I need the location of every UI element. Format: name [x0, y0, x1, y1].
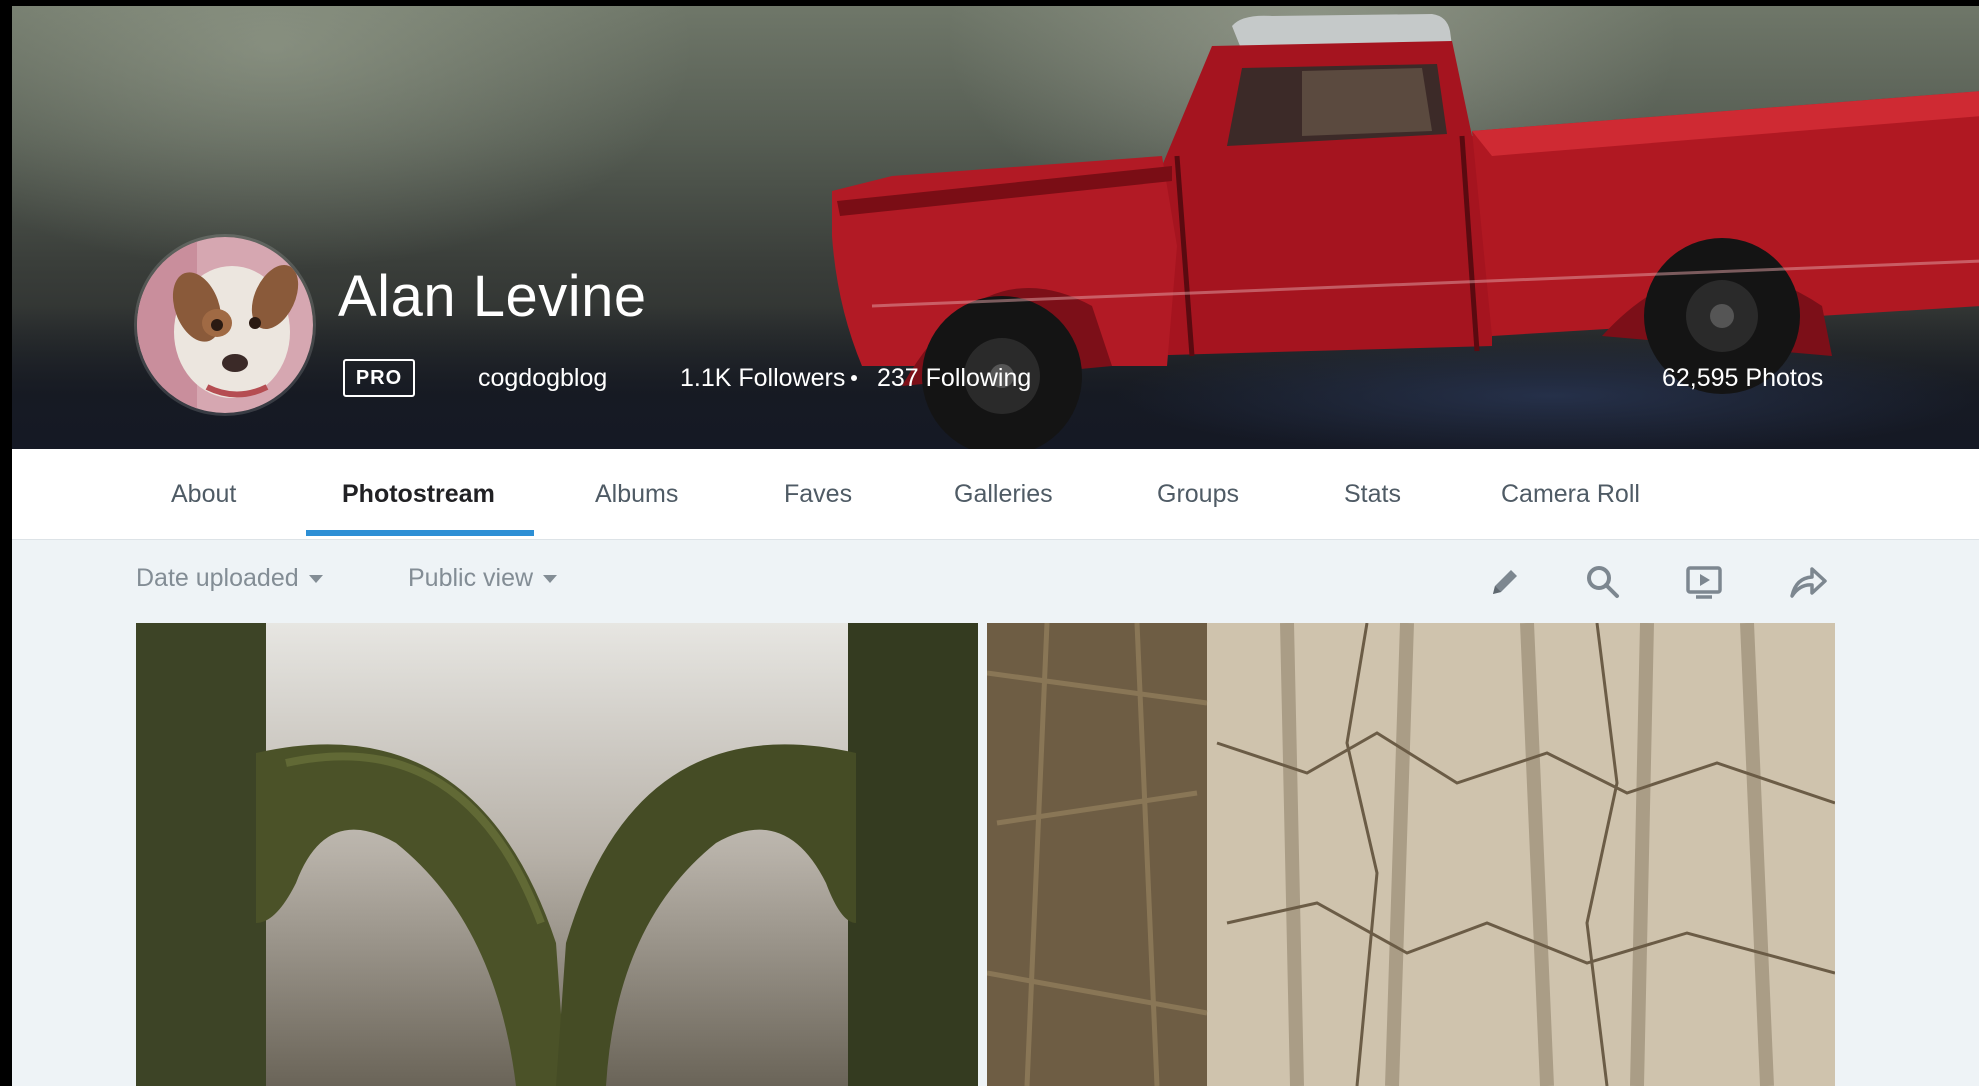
- edit-pencil-icon[interactable]: [1485, 562, 1525, 602]
- followers-link[interactable]: 1.1K Followers: [680, 363, 845, 393]
- slideshow-icon[interactable]: [1684, 562, 1724, 602]
- tab-camera-roll[interactable]: Camera Roll: [1501, 449, 1640, 539]
- sort-dropdown-label: Date uploaded: [136, 564, 299, 592]
- tab-photostream[interactable]: Photostream: [342, 449, 495, 539]
- profile-nav: About Photostream Albums Faves Galleries…: [12, 449, 1979, 540]
- meta-separator-dot: [851, 375, 857, 381]
- tab-galleries[interactable]: Galleries: [954, 449, 1053, 539]
- search-icon[interactable]: [1583, 562, 1623, 602]
- tab-about[interactable]: About: [171, 449, 236, 539]
- cover-photo: Alan Levine PRO cogdogblog 1.1K Follower…: [12, 6, 1979, 449]
- following-link[interactable]: 237 Following: [877, 363, 1031, 393]
- photo-tile[interactable]: [136, 623, 978, 1086]
- pro-badge: PRO: [343, 359, 415, 397]
- photo-count: 62,595 Photos: [1662, 364, 1824, 392]
- view-dropdown-label: Public view: [408, 564, 534, 592]
- chevron-down-icon: [543, 575, 558, 584]
- flickr-profile-page: Alan Levine PRO cogdogblog 1.1K Follower…: [12, 6, 1979, 1086]
- chevron-down-icon: [308, 575, 323, 584]
- avatar[interactable]: [137, 237, 313, 413]
- share-icon[interactable]: [1788, 562, 1828, 602]
- tab-faves[interactable]: Faves: [784, 449, 852, 539]
- view-dropdown[interactable]: Public view: [408, 564, 558, 593]
- username-link[interactable]: cogdogblog: [478, 363, 607, 393]
- photo-tile[interactable]: [987, 623, 1835, 1086]
- mugs-photo: [136, 623, 978, 1086]
- dog-avatar-image: [137, 237, 313, 413]
- tab-stats[interactable]: Stats: [1344, 449, 1401, 539]
- active-tab-indicator: [306, 530, 534, 536]
- tab-albums[interactable]: Albums: [595, 449, 678, 539]
- tab-groups[interactable]: Groups: [1157, 449, 1239, 539]
- profile-name: Alan Levine: [338, 264, 647, 329]
- cracked-mud-photo: [987, 623, 1835, 1086]
- sort-dropdown[interactable]: Date uploaded: [136, 564, 323, 593]
